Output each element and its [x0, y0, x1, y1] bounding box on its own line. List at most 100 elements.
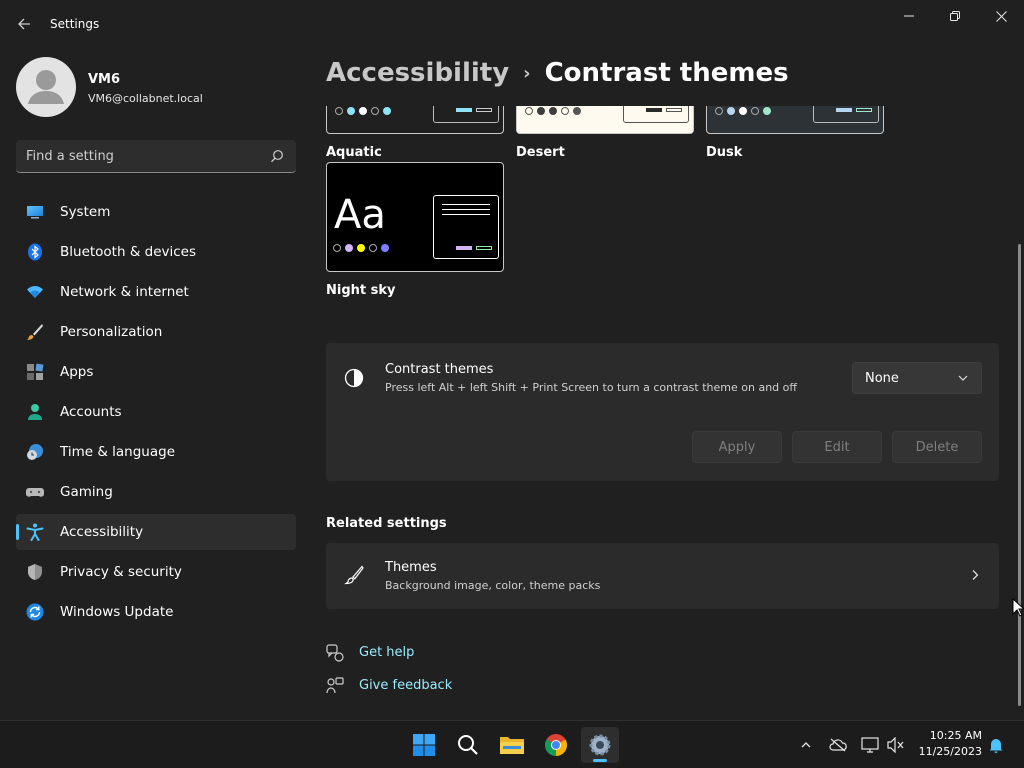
preview-dot — [525, 107, 533, 115]
preview-button — [856, 108, 872, 112]
give-feedback-link[interactable]: Give feedback — [359, 678, 452, 693]
preview-dot — [383, 107, 391, 115]
preview-line — [442, 209, 490, 210]
mouse-cursor-icon — [1012, 598, 1024, 617]
sidebar-item-label: Privacy & security — [60, 564, 182, 580]
notifications-button[interactable] — [986, 735, 1006, 755]
preview-dot — [381, 244, 389, 252]
preview-dot — [537, 107, 545, 115]
contrast-themes-title: Contrast themes — [385, 362, 494, 377]
sidebar-item-accounts[interactable]: Accounts — [16, 394, 296, 430]
preview-window — [433, 195, 499, 259]
preview-button — [456, 246, 472, 250]
onedrive-tray-button[interactable] — [828, 735, 848, 755]
preview-dot — [333, 244, 341, 252]
sidebar-item-label: Windows Update — [60, 604, 174, 620]
get-help-link[interactable]: Get help — [359, 645, 414, 660]
preview-dot — [359, 107, 367, 115]
apply-button[interactable]: Apply — [692, 431, 782, 463]
taskbar-date[interactable]: 11/25/2023 — [912, 745, 982, 758]
preview-dot — [345, 244, 353, 252]
close-icon — [995, 10, 1007, 22]
user-name: VM6 — [88, 72, 121, 87]
preview-dot — [335, 107, 343, 115]
themes-link-card[interactable]: Themes Background image, color, theme pa… — [326, 543, 999, 609]
sidebar-item-windows-update[interactable]: Windows Update — [16, 594, 296, 630]
network-tray-button[interactable] — [860, 735, 880, 755]
theme-card-night-sky[interactable]: Aa Night sky — [326, 162, 504, 302]
time-language-icon — [27, 444, 43, 460]
start-button[interactable] — [405, 727, 443, 763]
edit-button[interactable]: Edit — [792, 431, 882, 463]
preview-button — [476, 108, 492, 112]
preview-dot — [357, 244, 365, 252]
preview-dot — [549, 107, 557, 115]
bluetooth-icon — [28, 243, 42, 261]
sidebar-item-privacy[interactable]: Privacy & security — [16, 554, 296, 590]
taskbar-time[interactable]: 10:25 AM — [920, 729, 982, 742]
settings-taskbar-button[interactable] — [581, 727, 619, 763]
sidebar-item-system[interactable]: System — [16, 194, 296, 230]
minimize-button[interactable] — [886, 0, 932, 32]
active-app-indicator — [593, 759, 607, 762]
brush-icon — [344, 565, 364, 585]
vertical-scrollbar[interactable] — [1018, 244, 1021, 706]
chevron-up-icon — [801, 742, 811, 748]
theme-name: Night sky — [326, 283, 396, 298]
network-monitor-icon — [861, 737, 879, 753]
breadcrumb-parent[interactable]: Accessibility — [326, 58, 509, 88]
close-button[interactable] — [978, 0, 1024, 32]
search-input[interactable] — [26, 140, 266, 172]
taskbar-search-button[interactable] — [449, 727, 487, 763]
sidebar-item-label: Apps — [60, 364, 94, 380]
minimize-icon — [904, 15, 914, 17]
theme-card-desert[interactable]: Desert — [516, 106, 694, 166]
preview-line — [442, 204, 490, 205]
network-icon — [27, 286, 43, 298]
breadcrumb: Accessibility › Contrast themes — [326, 58, 789, 88]
search-box[interactable] — [16, 140, 296, 173]
user-email: VM6@collabnet.local — [88, 92, 203, 105]
volume-muted-icon — [887, 737, 904, 753]
volume-tray-button[interactable] — [886, 735, 906, 755]
theme-name: Aquatic — [326, 145, 382, 160]
sidebar-item-label: Bluetooth & devices — [60, 244, 197, 260]
theme-preview-aquatic — [326, 106, 504, 134]
preview-button — [646, 108, 662, 112]
back-arrow-icon — [18, 18, 30, 30]
back-button[interactable] — [12, 12, 36, 36]
show-hidden-icons-button[interactable] — [796, 735, 816, 755]
title-bar: Settings — [0, 0, 1024, 48]
sidebar-item-bluetooth[interactable]: Bluetooth & devices — [16, 234, 296, 270]
accessibility-icon — [26, 523, 44, 541]
search-icon — [458, 735, 478, 755]
related-settings-heading: Related settings — [326, 516, 447, 531]
cloud-off-icon — [829, 738, 847, 752]
preview-dot — [715, 107, 723, 115]
taskbar — [0, 720, 1024, 768]
avatar[interactable] — [16, 57, 76, 117]
search-icon[interactable] — [270, 149, 284, 163]
sidebar-item-accessibility[interactable]: Accessibility — [16, 514, 296, 550]
sidebar-item-label: Network & internet — [60, 284, 189, 300]
sidebar-item-network[interactable]: Network & internet — [16, 274, 296, 310]
sidebar-item-apps[interactable]: Apps — [16, 354, 296, 390]
breadcrumb-separator: › — [523, 62, 531, 84]
file-explorer-button[interactable] — [493, 727, 531, 763]
preview-window — [433, 106, 499, 123]
delete-button[interactable]: Delete — [892, 431, 982, 463]
chrome-icon — [545, 734, 567, 756]
themes-title: Themes — [385, 560, 437, 575]
preview-line — [442, 214, 490, 215]
contrast-theme-dropdown[interactable]: None — [852, 362, 982, 394]
theme-card-dusk[interactable]: Dusk — [706, 106, 884, 166]
theme-preview-desert — [516, 106, 694, 134]
sidebar-item-personalization[interactable]: Personalization — [16, 314, 296, 350]
accounts-icon — [28, 404, 42, 420]
sidebar-item-gaming[interactable]: Gaming — [16, 474, 296, 510]
theme-card-aquatic[interactable]: Aquatic — [326, 106, 504, 166]
chrome-button[interactable] — [537, 727, 575, 763]
restore-button[interactable] — [932, 0, 978, 32]
apps-icon — [27, 363, 44, 380]
sidebar-item-time-language[interactable]: Time & language — [16, 434, 296, 470]
